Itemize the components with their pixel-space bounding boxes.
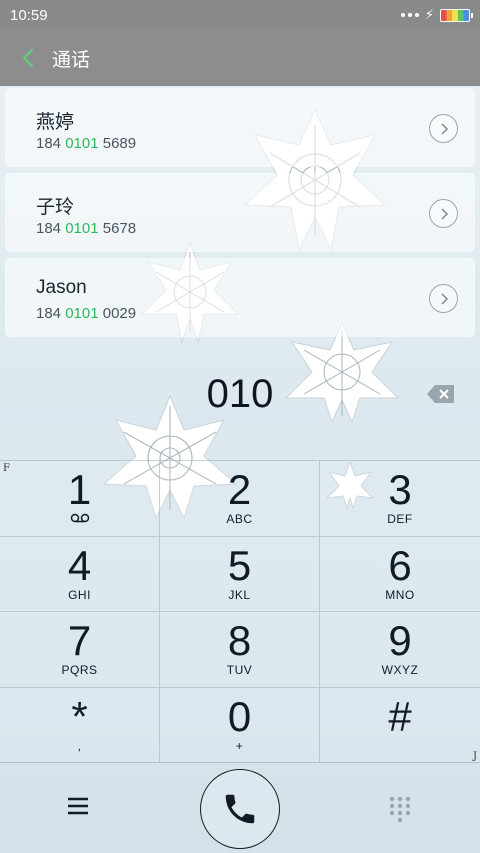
key-digit: 2 bbox=[227, 466, 252, 514]
key-7[interactable]: 7 PQRS bbox=[0, 612, 160, 688]
key-9[interactable]: 9 WXYZ bbox=[320, 612, 480, 688]
key-letters: DEF bbox=[387, 512, 413, 527]
contact-detail-chevron-icon[interactable] bbox=[429, 199, 458, 228]
notification-dots-icon bbox=[400, 13, 419, 17]
key-hash[interactable]: # J bbox=[320, 687, 480, 763]
status-icons: ⚡ bbox=[400, 7, 473, 23]
menu-icon[interactable] bbox=[66, 796, 90, 816]
key-digit: 7 bbox=[67, 617, 92, 665]
key-digit: * bbox=[71, 692, 88, 740]
contact-name: 燕婷 bbox=[36, 112, 75, 133]
key-digit: 3 bbox=[388, 466, 412, 514]
backspace-icon[interactable] bbox=[426, 383, 456, 405]
key-digit: 1 bbox=[67, 466, 92, 514]
key-digit: 9 bbox=[388, 617, 412, 665]
key-letters: TUV bbox=[226, 663, 253, 678]
key-letters: ABC bbox=[226, 512, 253, 527]
key-4[interactable]: 4 GHI bbox=[0, 536, 160, 612]
key-2[interactable]: 2 ABC bbox=[160, 461, 320, 537]
status-time: 10:59 bbox=[10, 6, 48, 24]
key-digit: 8 bbox=[227, 617, 252, 665]
key-0[interactable]: 0 + bbox=[160, 687, 320, 763]
key-letters: , bbox=[77, 738, 82, 753]
key-letters: JKL bbox=[228, 587, 251, 602]
chevron-left-icon[interactable] bbox=[8, 38, 48, 78]
page-title: 通话 bbox=[52, 49, 91, 71]
key-digit: 0 bbox=[227, 692, 252, 740]
contact-name: Jason bbox=[36, 277, 87, 298]
status-bar: 10:59 ⚡ bbox=[0, 0, 480, 30]
dial-keypad: 1 F 2 ABC 3 DEF 4 GHI 5 JKL 6 MNO 7 PQRS… bbox=[0, 460, 480, 763]
key-digit: 6 bbox=[388, 541, 412, 589]
key-star[interactable]: * , bbox=[0, 687, 160, 763]
contact-suggestion-list: 燕婷 184 0101 5689 子玲 184 0101 5678 Jason … bbox=[6, 89, 474, 344]
contact-number: 184 0101 0029 bbox=[36, 305, 137, 322]
dialpad-icon[interactable] bbox=[389, 796, 411, 822]
dialed-number: 010 bbox=[206, 372, 274, 416]
contact-item[interactable]: Jason 184 0101 0029 bbox=[6, 259, 474, 336]
key-digit: 4 bbox=[67, 541, 92, 589]
key-8[interactable]: 8 TUV bbox=[160, 612, 320, 688]
charging-icon: ⚡ bbox=[424, 7, 434, 22]
key-3[interactable]: 3 DEF bbox=[320, 461, 480, 537]
call-button[interactable] bbox=[200, 769, 280, 849]
voicemail-icon bbox=[70, 512, 90, 526]
key-letters: PQRS bbox=[61, 663, 98, 678]
app-header: 通话 bbox=[0, 30, 480, 86]
contact-number: 184 0101 5678 bbox=[36, 220, 137, 237]
battery-icon bbox=[440, 8, 473, 22]
corner-mark-right: J bbox=[472, 751, 477, 762]
contact-name: 子玲 bbox=[36, 197, 75, 218]
contact-item[interactable]: 子玲 184 0101 5678 bbox=[6, 174, 474, 251]
key-6[interactable]: 6 MNO bbox=[320, 536, 480, 612]
contact-item[interactable]: 燕婷 184 0101 5689 bbox=[6, 89, 474, 166]
key-letters: + bbox=[235, 738, 244, 753]
contact-detail-chevron-icon[interactable] bbox=[429, 284, 458, 313]
phone-icon bbox=[225, 794, 255, 824]
key-1[interactable]: 1 F bbox=[0, 461, 160, 537]
key-5[interactable]: 5 JKL bbox=[160, 536, 320, 612]
key-digit: # bbox=[388, 692, 412, 740]
contact-number: 184 0101 5689 bbox=[36, 135, 137, 152]
key-letters: GHI bbox=[68, 587, 91, 602]
corner-mark-left: F bbox=[3, 463, 10, 474]
key-letters: MNO bbox=[385, 587, 415, 602]
key-digit: 5 bbox=[227, 541, 252, 589]
contact-detail-chevron-icon[interactable] bbox=[429, 114, 458, 143]
key-letters: WXYZ bbox=[381, 663, 419, 678]
